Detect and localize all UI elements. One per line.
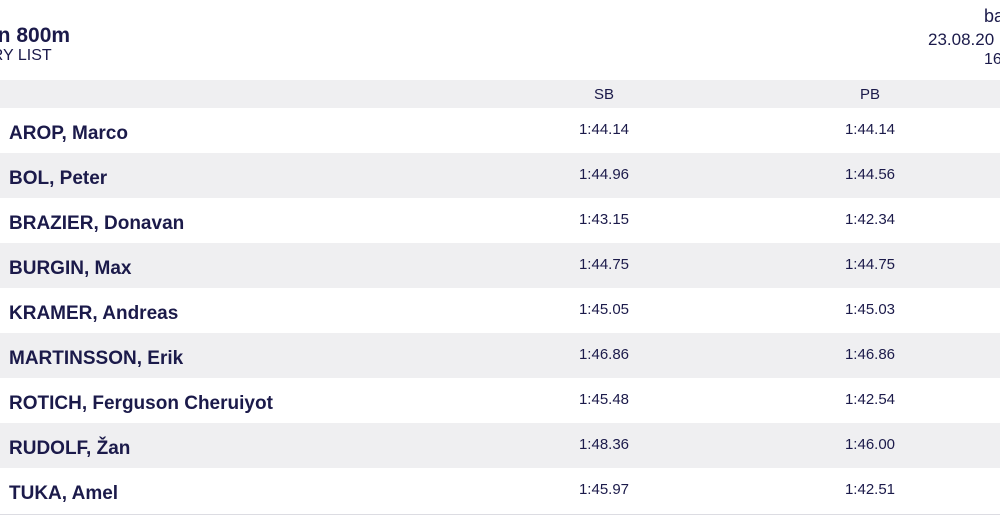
event-title: en 800m: [0, 24, 71, 47]
athlete-name[interactable]: BRAZIER, Donavan: [9, 213, 184, 235]
season-best: 1:45.48: [578, 391, 630, 408]
event-time: 16: [984, 51, 1000, 68]
season-best: 1:46.86: [578, 346, 630, 363]
personal-best: 1:44.75: [844, 256, 896, 273]
athlete-name[interactable]: BOL, Peter: [9, 168, 107, 190]
athlete-name[interactable]: AROP, Marco: [9, 123, 128, 145]
athlete-name[interactable]: KRAMER, Andreas: [9, 303, 178, 325]
table-row[interactable]: MARTINSSON, Erik 1:46.86 1:46.86: [0, 333, 1000, 378]
athlete-name[interactable]: ROTICH, Ferguson Cheruiyot: [9, 393, 273, 415]
season-best: 1:44.96: [578, 166, 630, 183]
entry-list-page: en 800m TRY LIST ba 23.08.20 16 SB PB AR…: [0, 0, 1000, 520]
personal-best: 1:42.51: [844, 481, 896, 498]
event-subtitle: TRY LIST: [0, 47, 52, 64]
athlete-name[interactable]: RUDOLF, Žan: [9, 438, 130, 460]
athlete-name[interactable]: MARTINSSON, Erik: [9, 348, 183, 370]
season-best: 1:45.97: [578, 481, 630, 498]
table-row[interactable]: AROP, Marco 1:44.14 1:44.14: [0, 108, 1000, 153]
athlete-list: AROP, Marco 1:44.14 1:44.14 BOL, Peter 1…: [0, 108, 1000, 513]
event-header: en 800m TRY LIST ba 23.08.20 16: [0, 0, 1000, 80]
season-best: 1:44.75: [578, 256, 630, 273]
personal-best: 1:44.56: [844, 166, 896, 183]
table-row[interactable]: BRAZIER, Donavan 1:43.15 1:42.34: [0, 198, 1000, 243]
personal-best: 1:42.34: [844, 211, 896, 228]
table-bottom-divider: [0, 514, 1000, 515]
personal-best: 1:45.03: [844, 301, 896, 318]
season-best: 1:44.14: [578, 121, 630, 138]
table-row[interactable]: BURGIN, Max 1:44.75 1:44.75: [0, 243, 1000, 288]
season-best: 1:48.36: [578, 436, 630, 453]
personal-best: 1:44.14: [844, 121, 896, 138]
athlete-name[interactable]: BURGIN, Max: [9, 258, 131, 280]
season-best: 1:43.15: [578, 211, 630, 228]
athlete-name[interactable]: TUKA, Amel: [9, 483, 118, 505]
table-row[interactable]: BOL, Peter 1:44.96 1:44.56: [0, 153, 1000, 198]
personal-best: 1:46.00: [844, 436, 896, 453]
table-header: SB PB: [0, 80, 1000, 108]
event-date: 23.08.20: [928, 30, 995, 49]
table-row[interactable]: TUKA, Amel 1:45.97 1:42.51: [0, 468, 1000, 513]
table-row[interactable]: KRAMER, Andreas 1:45.05 1:45.03: [0, 288, 1000, 333]
table-row[interactable]: RUDOLF, Žan 1:48.36 1:46.00: [0, 423, 1000, 468]
personal-best: 1:42.54: [844, 391, 896, 408]
personal-best: 1:46.86: [844, 346, 896, 363]
table-row[interactable]: ROTICH, Ferguson Cheruiyot 1:45.48 1:42.…: [0, 378, 1000, 423]
venue-label: ba: [984, 6, 1000, 26]
season-best: 1:45.05: [578, 301, 630, 318]
column-header-sb: SB: [593, 86, 614, 103]
column-header-pb: PB: [859, 86, 880, 103]
